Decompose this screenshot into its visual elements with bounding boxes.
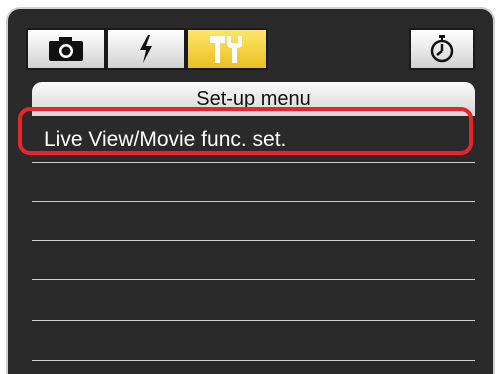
tools-icon xyxy=(210,36,242,63)
menu-item-empty[interactable] xyxy=(32,163,475,202)
tab-flash[interactable] xyxy=(106,28,186,70)
tab-setup[interactable] xyxy=(186,28,268,70)
stopwatch-icon xyxy=(430,35,454,63)
menu-item-empty[interactable] xyxy=(32,202,475,241)
flash-icon xyxy=(140,35,152,63)
camera-menu-screen: Set-up menu Live View/Movie func. set. xyxy=(6,7,495,374)
tab-shooting[interactable] xyxy=(26,28,106,70)
selection-highlight xyxy=(18,107,473,155)
menu-item-empty[interactable] xyxy=(32,321,475,361)
menu-item-empty[interactable] xyxy=(32,241,475,280)
camera-icon xyxy=(49,37,83,61)
menu-item-empty[interactable] xyxy=(32,280,475,321)
tab-timer[interactable] xyxy=(409,28,475,70)
